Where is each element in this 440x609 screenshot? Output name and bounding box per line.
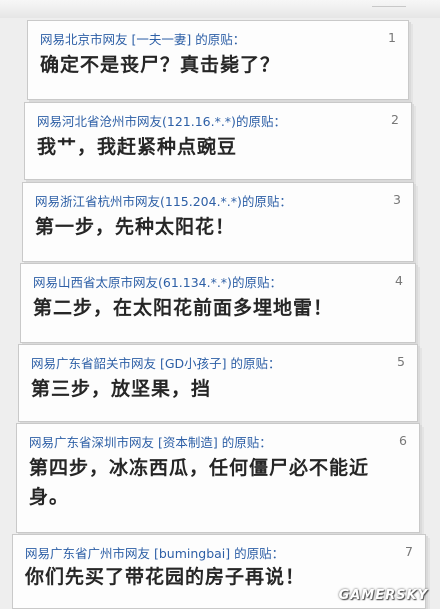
comment-post: 网易广东省韶关市网友 [GD小孩子] 的原贴： 5 第三步，放坚果，挡 bbox=[18, 344, 418, 422]
post-author: 网易广东省深圳市网友 [资本制造] 的原贴： bbox=[29, 435, 272, 450]
floor-number: 4 bbox=[395, 273, 403, 288]
post-author: 网易浙江省杭州市网友(115.204.*.*)的原贴： bbox=[35, 194, 292, 209]
floor-number: 2 bbox=[391, 112, 399, 127]
post-author: 网易北京市网友 [一夫一妻] 的原贴： bbox=[40, 32, 246, 47]
top-edge bbox=[0, 0, 440, 18]
comment-post: 网易山西省太原市网友(61.134.*.*)的原贴： 4 第二步，在太阳花前面多… bbox=[20, 263, 416, 343]
post-body: 第二步，在太阳花前面多埋地雷！ bbox=[33, 297, 334, 319]
comment-post: 网易广东省深圳市网友 [资本制造] 的原贴： 6 第四步，冰冻西瓜，任何僵尸必不… bbox=[16, 423, 420, 533]
post-body: 第三步，放坚果，挡 bbox=[31, 378, 212, 400]
comment-post: 网易浙江省杭州市网友(115.204.*.*)的原贴： 3 第一步，先种太阳花！ bbox=[22, 182, 414, 262]
post-body: 第一步，先种太阳花！ bbox=[35, 216, 236, 238]
floor-number: 1 bbox=[388, 30, 396, 45]
post-body: 我艹，我赶紧种点豌豆 bbox=[37, 136, 238, 158]
comment-post: 网易河北省沧州市网友(121.16.*.*)的原贴： 2 我艹，我赶紧种点豌豆 bbox=[24, 102, 412, 180]
floor-number: 6 bbox=[399, 433, 407, 448]
post-body: 确定不是丧尸？真击毙了？ bbox=[40, 54, 281, 76]
post-body: 第四步，冰冻西瓜，任何僵尸必不能近身。 bbox=[29, 457, 370, 508]
post-author: 网易广东省韶关市网友 [GD小孩子] 的原贴： bbox=[31, 356, 281, 371]
post-author: 网易山西省太原市网友(61.134.*.*)的原贴： bbox=[33, 275, 282, 290]
floor-number: 5 bbox=[397, 354, 405, 369]
post-author: 网易河北省沧州市网友(121.16.*.*)的原贴： bbox=[37, 114, 286, 129]
watermark: GAMERSKY bbox=[338, 588, 428, 603]
post-author: 网易广东省广州市网友 [bumingbai] 的原贴： bbox=[25, 546, 285, 561]
comment-post: 网易北京市网友 [一夫一妻] 的原贴： 1 确定不是丧尸？真击毙了？ bbox=[27, 20, 409, 100]
floor-number: 3 bbox=[393, 192, 401, 207]
floor-number: 7 bbox=[405, 544, 413, 559]
